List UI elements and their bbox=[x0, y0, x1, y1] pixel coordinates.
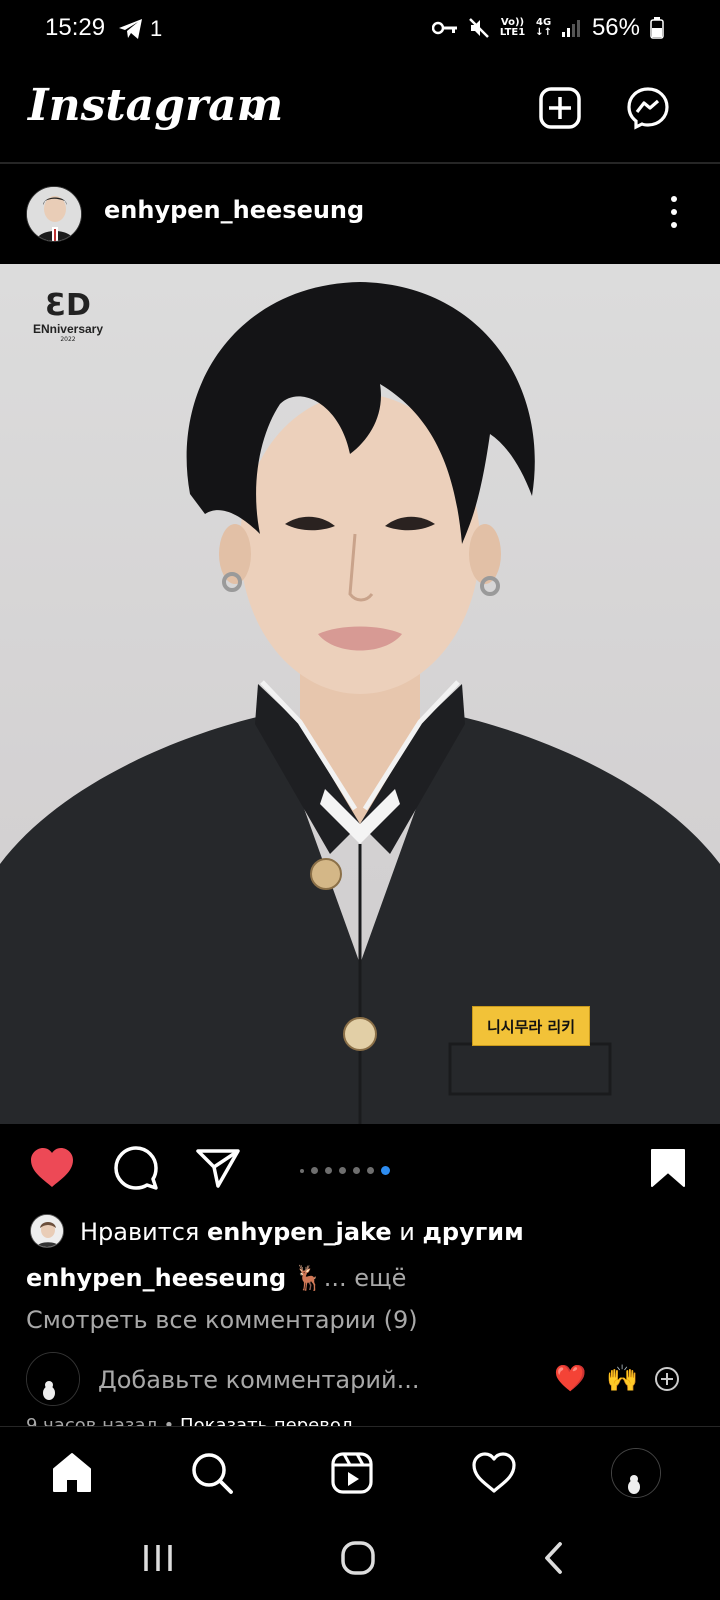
comment-button[interactable] bbox=[110, 1142, 162, 1194]
system-navigation bbox=[0, 1516, 720, 1600]
signal-icon bbox=[561, 20, 580, 37]
carousel-dots bbox=[300, 1166, 390, 1175]
post-options-button[interactable] bbox=[666, 194, 682, 230]
recents-icon bbox=[144, 1545, 172, 1571]
caption-username[interactable]: enhypen_heeseung bbox=[26, 1264, 286, 1292]
share-icon bbox=[196, 1149, 240, 1188]
nav-profile[interactable] bbox=[608, 1445, 664, 1501]
post-time: 9 часов назад bbox=[26, 1415, 158, 1426]
more-reactions-button[interactable] bbox=[654, 1366, 680, 1392]
quick-reaction-heart[interactable]: ❤️ bbox=[554, 1364, 586, 1394]
nav-reels[interactable] bbox=[324, 1445, 380, 1501]
current-user-avatar bbox=[26, 1352, 80, 1406]
home-circle-icon bbox=[341, 1541, 375, 1575]
portrait-illustration bbox=[0, 282, 720, 1124]
likes-others[interactable]: другим bbox=[423, 1218, 524, 1246]
status-notifications: 1 bbox=[118, 16, 162, 42]
status-right: Vo)) LTE1 4G ↓↑ 56% bbox=[431, 14, 664, 42]
back-icon bbox=[545, 1542, 562, 1574]
chevron-down-icon[interactable] bbox=[242, 106, 264, 120]
battery-icon bbox=[650, 17, 664, 39]
liker-username[interactable]: enhypen_jake bbox=[207, 1218, 392, 1246]
post-action-bar bbox=[0, 1130, 720, 1206]
liker-avatar bbox=[30, 1214, 64, 1248]
more-vertical-icon bbox=[671, 196, 677, 228]
recents-button[interactable] bbox=[130, 1536, 186, 1580]
post-meta: 9 часов назад • Показать перевод bbox=[26, 1414, 353, 1426]
volte-indicator: Vo)) LTE1 bbox=[500, 18, 525, 38]
search-icon bbox=[192, 1453, 233, 1494]
header-divider bbox=[0, 162, 720, 164]
nav-home[interactable] bbox=[44, 1445, 100, 1501]
caption-more-link[interactable]: ... ещё bbox=[324, 1264, 407, 1292]
notification-count: 1 bbox=[150, 16, 163, 41]
share-button[interactable] bbox=[192, 1142, 244, 1194]
status-time: 15:29 bbox=[45, 14, 106, 41]
likes-row[interactable]: Нравится enhypen_jake и другим bbox=[0, 1210, 720, 1256]
translate-link[interactable]: Показать перевод bbox=[180, 1415, 353, 1426]
reels-icon bbox=[331, 1452, 373, 1494]
add-comment-row: Добавьте комментарий... ❤️ 🙌 bbox=[0, 1350, 720, 1410]
save-button[interactable] bbox=[642, 1142, 694, 1194]
uniform-name-tag: 니시무라 리키 bbox=[472, 1006, 590, 1046]
view-all-comments-link[interactable]: Смотреть все комментарии (9) bbox=[26, 1306, 418, 1334]
plus-square-icon bbox=[539, 87, 581, 129]
brand-year: 2022 bbox=[60, 336, 76, 343]
likes-prefix: Нравится bbox=[80, 1218, 200, 1246]
carousel-dot bbox=[325, 1167, 332, 1174]
post-author-username[interactable]: enhypen_heeseung bbox=[104, 196, 364, 224]
add-comment-input[interactable]: Добавьте комментарий... bbox=[98, 1366, 419, 1394]
data-arrows-icon: ↓↑ bbox=[535, 27, 552, 38]
comment-icon bbox=[114, 1146, 158, 1190]
bottom-navigation bbox=[0, 1426, 720, 1516]
profile-avatar bbox=[611, 1448, 661, 1498]
home-icon bbox=[53, 1453, 91, 1492]
post-header: enhypen_heeseung bbox=[0, 172, 720, 252]
status-bar: 15:29 1 Vo)) LTE1 4G ↓↑ 56% bbox=[0, 0, 720, 60]
post-caption[interactable]: enhypen_heeseung 🦌... ещё bbox=[26, 1264, 406, 1292]
heart-icon bbox=[31, 1148, 73, 1187]
carousel-dot bbox=[353, 1167, 360, 1174]
vpn-key-icon bbox=[431, 21, 457, 35]
post-author-avatar[interactable] bbox=[26, 186, 82, 242]
app-header: Instagram bbox=[0, 70, 720, 160]
activity-heart-icon bbox=[472, 1452, 516, 1493]
post-photo[interactable]: ƐD ENniversary 2022 니시무라 리키 bbox=[0, 264, 720, 1124]
nav-search[interactable] bbox=[184, 1445, 240, 1501]
network-type: 4G ↓↑ bbox=[535, 18, 552, 38]
telegram-icon bbox=[119, 19, 142, 39]
brand-name: ENniversary bbox=[32, 322, 104, 336]
add-circle-icon bbox=[655, 1367, 679, 1391]
carousel-dot bbox=[339, 1167, 346, 1174]
lte-label: LTE1 bbox=[499, 27, 526, 38]
enhypen-logo: ƐD bbox=[45, 288, 91, 323]
caption-text: 🦌 bbox=[293, 1264, 324, 1292]
mute-icon bbox=[468, 18, 489, 38]
carousel-dot bbox=[311, 1167, 318, 1174]
system-home-button[interactable] bbox=[330, 1536, 386, 1580]
enniversary-watermark: ƐD ENniversary 2022 bbox=[22, 288, 114, 344]
like-button[interactable] bbox=[26, 1142, 78, 1194]
carousel-dot bbox=[300, 1168, 304, 1173]
battery-percent: 56% bbox=[591, 14, 640, 41]
messenger-icon bbox=[627, 87, 669, 130]
system-back-button[interactable] bbox=[526, 1536, 582, 1580]
bookmark-icon bbox=[651, 1149, 685, 1187]
carousel-dot bbox=[367, 1167, 374, 1174]
messenger-button[interactable] bbox=[624, 84, 672, 132]
nav-activity[interactable] bbox=[466, 1445, 522, 1501]
create-post-button[interactable] bbox=[536, 84, 584, 132]
likes-text: Нравится enhypen_jake и другим bbox=[80, 1218, 524, 1246]
quick-reaction-hands[interactable]: 🙌 bbox=[606, 1364, 638, 1394]
likes-conjunction: и bbox=[399, 1218, 415, 1246]
carousel-dot bbox=[381, 1166, 390, 1175]
meta-separator: • bbox=[163, 1415, 175, 1426]
